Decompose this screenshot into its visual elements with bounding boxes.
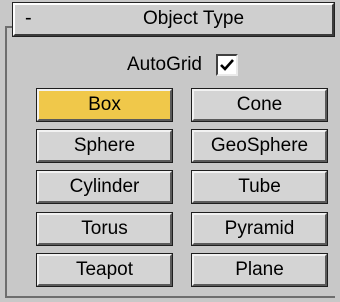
torus-button[interactable]: Torus <box>36 212 173 246</box>
cylinder-button[interactable]: Cylinder <box>36 170 173 204</box>
sphere-button[interactable]: Sphere <box>36 129 173 163</box>
pyramid-button[interactable]: Pyramid <box>191 212 328 246</box>
checkmark-icon <box>220 59 234 71</box>
cone-button[interactable]: Cone <box>191 88 328 122</box>
plane-button[interactable]: Plane <box>191 253 328 287</box>
rollout-title: Object Type <box>142 8 245 29</box>
rollout-bracket-tick <box>5 26 13 28</box>
rollout-header-object-type[interactable]: - Object Type <box>12 2 335 37</box>
box-button[interactable]: Box <box>36 88 173 122</box>
rollout-bottom-line <box>5 296 335 298</box>
autogrid-row: AutoGrid <box>127 53 238 77</box>
autogrid-checkbox[interactable] <box>215 54 238 76</box>
autogrid-label: AutoGrid <box>127 54 202 75</box>
geosphere-button[interactable]: GeoSphere <box>191 129 328 163</box>
tube-button[interactable]: Tube <box>191 170 328 204</box>
rollout-bracket-line <box>5 26 7 296</box>
object-type-panel: - Object Type AutoGrid Box Cone Sphere G… <box>0 0 340 302</box>
teapot-button[interactable]: Teapot <box>36 253 173 287</box>
